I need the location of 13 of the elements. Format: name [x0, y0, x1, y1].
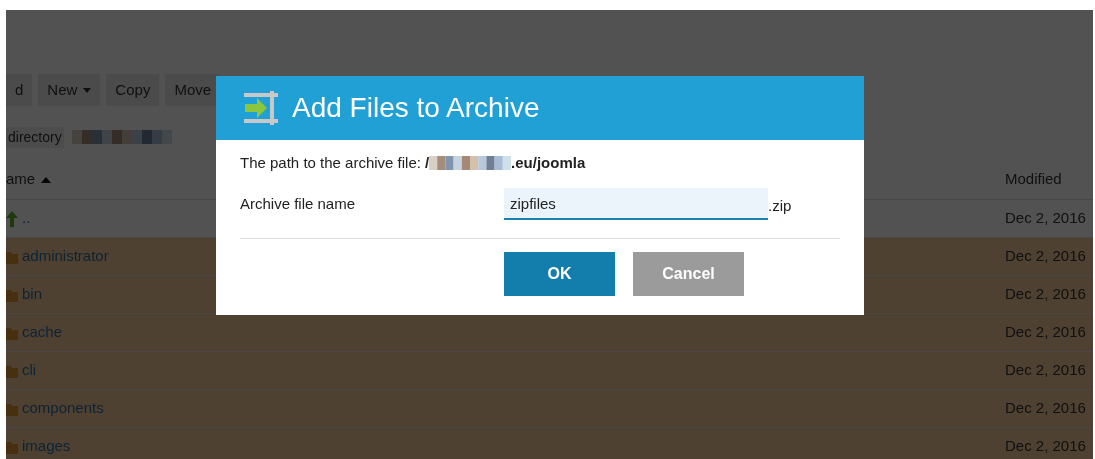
modified-date: Dec 2, 2016 [1005, 322, 1087, 343]
modified-date: Dec 2, 2016 [1005, 360, 1087, 381]
dialog-title: Add Files to Archive [292, 91, 540, 125]
modified-date: Dec 2, 2016 [1005, 246, 1087, 267]
modified-date: Dec 2, 2016 [1005, 208, 1087, 229]
modified-date: Dec 2, 2016 [1005, 284, 1087, 305]
path-label: The path to the archive file: [240, 152, 421, 173]
extension-label: .zip [768, 195, 792, 216]
modified-date: Dec 2, 2016 [1005, 398, 1087, 419]
field-label: Archive file name [240, 193, 357, 214]
path-end: .eu/joomla [511, 152, 586, 173]
modified-date: Dec 2, 2016 [1005, 436, 1087, 457]
path-start: / [424, 152, 430, 173]
